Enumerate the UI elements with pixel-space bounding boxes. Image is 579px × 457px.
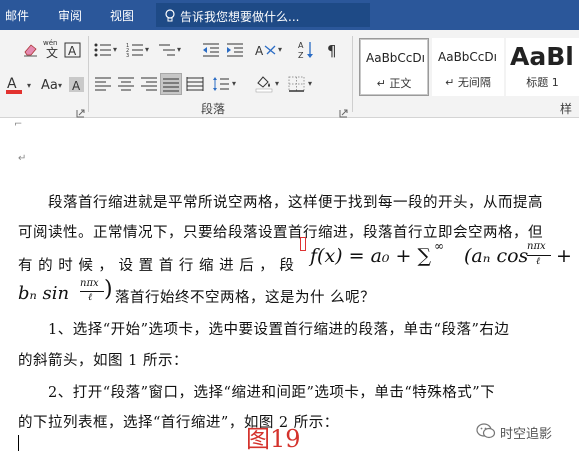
phonetic-guide-icon[interactable]: wén 文 [42, 38, 62, 60]
tell-me-placeholder: 告诉我您想要做什么... [180, 10, 300, 24]
clear-formatting-icon[interactable] [22, 42, 40, 58]
svg-text:¶: ¶ [327, 42, 337, 58]
formula-fraction-denominator: ℓ [536, 256, 541, 267]
tab-view[interactable]: 视图 [110, 7, 134, 24]
style-name: ↵ 正文 [376, 77, 412, 90]
multilevel-dropdown-icon[interactable]: ▾ [177, 45, 181, 54]
paragraph-dialog-launcher-icon[interactable] [339, 103, 348, 118]
ribbon-tab-bar: 邮件 审阅 视图 告诉我您想要做什么... [0, 0, 579, 30]
tab-review[interactable]: 审阅 [58, 7, 82, 24]
wechat-icon [476, 422, 496, 440]
shading-dropdown-icon[interactable]: ▾ [275, 79, 279, 88]
svg-text:文: 文 [46, 45, 58, 60]
distributed-icon[interactable] [186, 76, 204, 92]
show-hide-marks-icon[interactable]: ¶ [324, 42, 342, 58]
borders-dropdown-icon[interactable]: ▾ [308, 79, 312, 88]
formula-fraction-denominator: ℓ [88, 292, 93, 303]
style-heading-1[interactable]: AaBl 标题 1 [506, 38, 579, 96]
svg-text:A: A [68, 44, 77, 58]
ribbon-home: wén 文 A A ▾ Aa ▾ A ▾ 123 ▾ ▾ A ▾ AZ ¶ ▾ … [0, 30, 579, 118]
svg-text:A: A [7, 76, 17, 92]
borders-icon[interactable] [288, 76, 306, 92]
style-normal[interactable]: AaBbCcDı ↵ 正文 [359, 38, 429, 96]
text-line: 2、打开“段落”窗口，选择“缩进和间距”选项卡，单击“特殊格式”下 [18, 385, 496, 401]
font-color-dropdown-icon[interactable]: ▾ [27, 81, 31, 90]
text-line: 段落首行缩进就是平常所说空两格，这样便于找到每一段的开头，从而提高 [18, 195, 543, 211]
align-center-icon[interactable] [117, 76, 135, 92]
text-line: 落首行始终不空两格，这是为什 么呢？ [115, 290, 376, 306]
paragraph-group-label: 段落 [201, 102, 226, 116]
character-shading-icon[interactable]: A [68, 76, 86, 93]
svg-text:Aa: Aa [41, 78, 58, 93]
svg-text:A: A [72, 79, 81, 93]
formula-fraction-numerator: nπx [527, 241, 546, 252]
svg-text:A: A [255, 44, 264, 58]
paragraph-mark-icon: ↵ [18, 153, 27, 164]
style-name: ↵ 无间隔 [445, 76, 491, 89]
lightbulb-icon [164, 8, 176, 22]
formula-line2: bₙ sin [18, 283, 70, 304]
style-sample: AaBbCcDı [438, 50, 497, 64]
group-separator [88, 36, 89, 112]
sort-icon[interactable]: AZ [298, 40, 316, 60]
align-right-icon[interactable] [140, 76, 158, 92]
paragraph-mark-icon: ⌐ [14, 119, 23, 130]
character-border-icon[interactable]: A [64, 42, 82, 58]
numbering-dropdown-icon[interactable]: ▾ [145, 45, 149, 54]
tell-me-search[interactable]: 告诉我您想要做什么... [156, 3, 370, 27]
bullets-dropdown-icon[interactable]: ▾ [113, 45, 117, 54]
svg-text:A: A [298, 41, 304, 50]
font-color-icon[interactable]: A [4, 74, 26, 96]
style-name: 标题 1 [526, 76, 559, 89]
multilevel-list-icon[interactable] [158, 42, 176, 58]
align-left-icon[interactable] [94, 76, 112, 92]
formula-main: f(x) = a₀ + ∑ [310, 245, 432, 267]
text-line: 可阅读性。正常情况下，只要给段落设置首行缩进，段落首行立即会空两格，但 [18, 225, 543, 241]
asian-layout-dropdown-icon[interactable]: ▾ [278, 45, 282, 54]
asian-layout-icon[interactable]: A [255, 42, 277, 58]
increase-indent-icon[interactable] [226, 42, 244, 58]
style-sample: AaBbCcDı [366, 51, 425, 65]
numbering-icon[interactable]: 123 [126, 42, 144, 58]
style-sample: AaBl [510, 42, 574, 71]
tab-mailings[interactable]: 邮件 [5, 7, 29, 24]
formula-close-paren: ) [104, 277, 113, 302]
change-case-icon[interactable]: Aa [40, 74, 58, 96]
watermark-text: 时空追影 [500, 427, 553, 442]
decrease-indent-icon[interactable] [202, 42, 220, 58]
shading-icon[interactable] [254, 74, 274, 94]
style-no-spacing[interactable]: AaBbCcDı ↵ 无间隔 [432, 38, 504, 96]
text-cursor [18, 435, 19, 451]
bullets-icon[interactable] [94, 42, 112, 58]
line-spacing-dropdown-icon[interactable]: ▾ [232, 79, 236, 88]
formula-fraction-numerator: nπx [80, 278, 99, 289]
formula-plus: + [556, 245, 572, 267]
selection-marker [300, 237, 306, 251]
document-page[interactable]: ⌐ ↵ 段落首行缩进就是平常所说空两格，这样便于找到每一段的开头，从而提高 可阅… [0, 119, 579, 457]
line-spacing-icon[interactable] [212, 76, 230, 92]
styles-group-label: 样 [560, 102, 573, 116]
group-separator [352, 36, 353, 112]
change-case-dropdown-icon[interactable]: ▾ [58, 81, 62, 90]
figure-label: 图19 [246, 425, 301, 453]
justify-icon[interactable] [160, 73, 182, 95]
font-dialog-launcher-icon[interactable] [76, 103, 85, 118]
formula-superscript: ∞ [434, 239, 444, 253]
formula-tail: (aₙ cos [464, 245, 529, 267]
svg-text:3: 3 [126, 53, 129, 58]
text-line: 1、选择“开始”选项卡，选中要设置首行缩进的段落，单击“段落”右边 [18, 322, 510, 338]
text-line: 的斜箭头，如图 1 所示： [18, 353, 188, 369]
svg-text:Z: Z [298, 51, 304, 60]
